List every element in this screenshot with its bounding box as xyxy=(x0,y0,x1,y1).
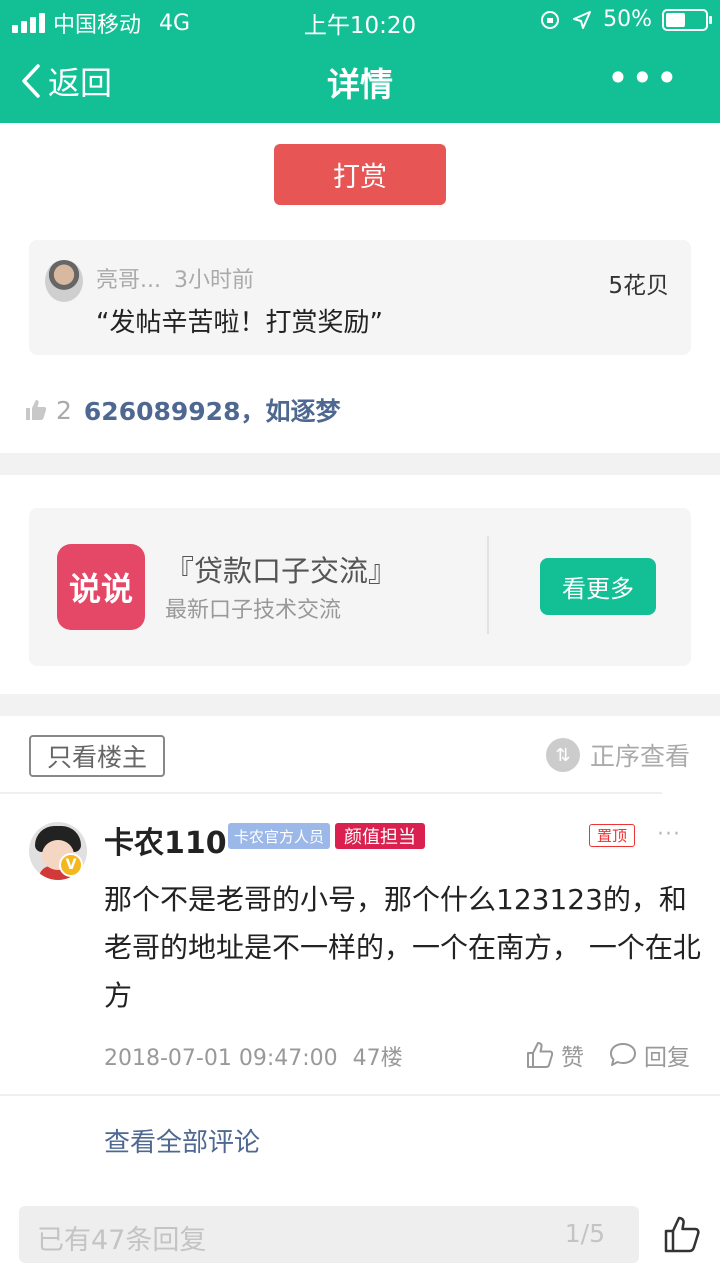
thumbs-up-icon xyxy=(26,400,47,420)
like-button[interactable]: 赞 xyxy=(525,1038,584,1072)
beauty-badge: 颜值担当 xyxy=(335,823,425,849)
location-arrow-icon xyxy=(573,10,592,29)
promo-subtitle: 最新口子技术交流 xyxy=(165,598,342,623)
sort-icon: ⇅ xyxy=(545,738,580,772)
pinned-badge: 置顶 xyxy=(589,824,636,847)
reply-input[interactable]: 已有47条回复 1/5 xyxy=(19,1206,639,1263)
reward-amount: 5花贝 xyxy=(608,273,669,299)
like-label: 赞 xyxy=(561,1045,584,1071)
likes-count: 2 xyxy=(56,395,72,425)
promo-title: 『贷款口子交流』 xyxy=(165,554,398,588)
reply-label: 回复 xyxy=(644,1045,690,1071)
view-all-comments-link[interactable]: 查看全部评论 xyxy=(104,1122,260,1159)
reply-input-placeholder: 已有47条回复 xyxy=(37,1225,207,1256)
divider xyxy=(487,536,489,634)
avatar[interactable] xyxy=(45,260,83,302)
post-content: 那个不是老哥的小号，那个什么123123的，和老哥的地址是不一样的，一个在南方，… xyxy=(104,883,701,1012)
divider xyxy=(0,792,662,794)
likes-names[interactable]: 626089928，如逐梦 xyxy=(84,392,341,428)
verified-badge-icon: V xyxy=(59,853,83,877)
page-indicator[interactable]: 1/5 xyxy=(565,1219,605,1248)
promo-card[interactable]: 说说 『贷款口子交流』 最新口子技术交流 看更多 xyxy=(29,508,691,666)
reward-user[interactable]: 亮哥... xyxy=(96,268,161,293)
post-floor: 47楼 xyxy=(352,1046,403,1071)
battery-percent: 50% xyxy=(603,7,652,32)
shuoshuo-logo: 说说 xyxy=(57,544,145,630)
orientation-lock-icon xyxy=(541,10,560,29)
post-author[interactable]: 卡农110 xyxy=(104,818,227,862)
official-badge: 卡农官方人员 xyxy=(228,823,331,849)
post-datetime: 2018-07-01 09:47:00 xyxy=(104,1046,338,1071)
post-meta: 2018-07-01 09:47:00 47楼 xyxy=(104,1040,403,1072)
thumbs-up-icon[interactable] xyxy=(662,1214,702,1254)
divider xyxy=(0,1094,720,1096)
sort-label: 正序查看 xyxy=(589,742,690,771)
likes-row: 2 626089928，如逐梦 xyxy=(24,392,340,428)
thumbs-up-icon xyxy=(527,1042,554,1068)
reply-button[interactable]: 回复 xyxy=(608,1038,690,1072)
see-more-button[interactable]: 看更多 xyxy=(540,558,656,615)
reward-message: “发帖辛苦啦！打赏奖励” xyxy=(96,308,383,338)
reward-meta: 亮哥... 3小时前 xyxy=(96,262,254,294)
reward-button[interactable]: 打赏 xyxy=(274,144,446,205)
reward-record-card: 亮哥... 3小时前 5花贝 “发帖辛苦啦！打赏奖励” xyxy=(29,240,691,355)
battery-fill xyxy=(666,12,685,27)
comment-bubble-icon xyxy=(610,1043,636,1066)
battery-icon xyxy=(662,8,712,31)
status-right: 50% xyxy=(539,7,712,32)
sort-toggle[interactable]: ⇅ 正序查看 xyxy=(545,737,690,773)
more-button[interactable]: ••• xyxy=(607,58,680,98)
status-bar: 中国移动 4G 上午10:20 50% xyxy=(0,0,720,40)
owner-only-button[interactable]: 只看楼主 xyxy=(29,735,165,777)
post-actions: 赞 回复 xyxy=(525,1038,690,1072)
header-bar: 中国移动 4G 上午10:20 50% 返回 详情 ••• xyxy=(0,0,720,123)
reward-time: 3小时前 xyxy=(173,268,254,293)
post-more-button[interactable]: ··· xyxy=(657,822,681,847)
